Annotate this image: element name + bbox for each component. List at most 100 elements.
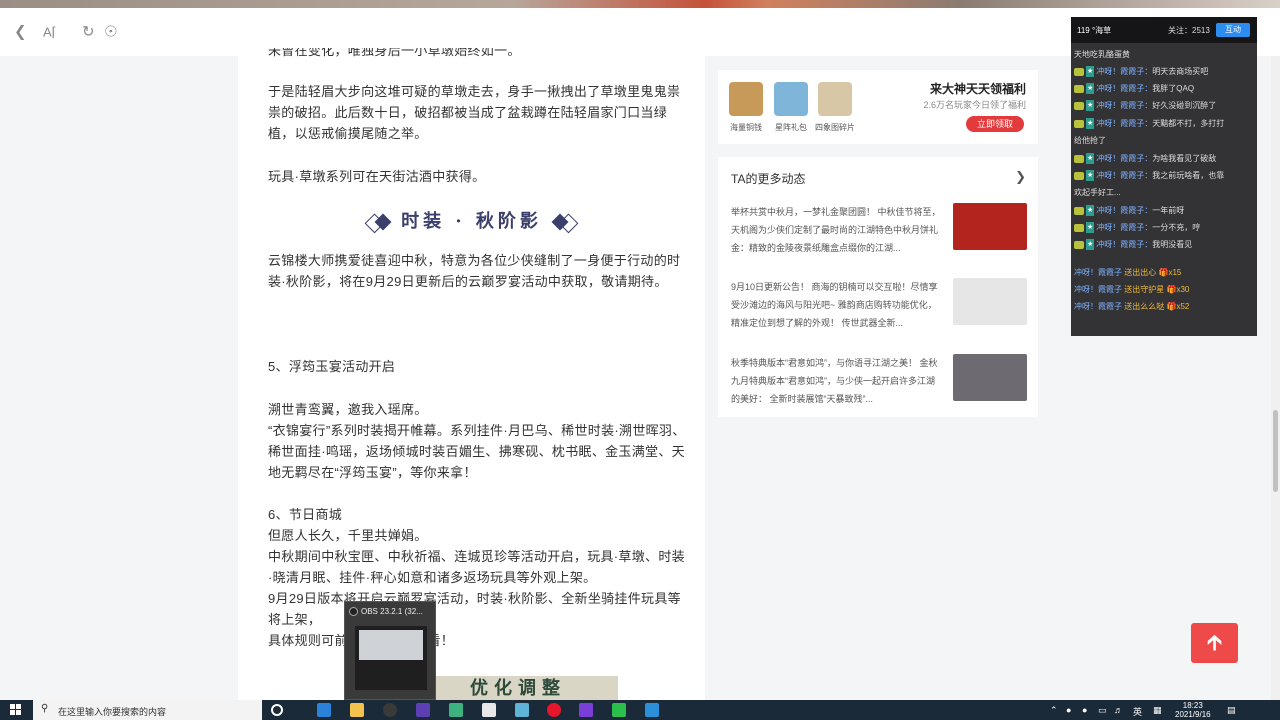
compass-icon[interactable]: ☉ (104, 25, 117, 40)
news-thumbnail (953, 203, 1027, 250)
chat-message: ★ 冲呀！霞霞子：为啥我看见了破敌 (1074, 153, 1254, 165)
article-paragraph: “衣锦宴行”系列时装揭开帷幕。系列挂件·月巴乌、稀世时装·溯世晖羽、稀世面挂·鸣… (268, 423, 686, 480)
scrollbar-thumb[interactable] (1273, 410, 1278, 492)
live-room-label: 119 °海草 (1077, 26, 1112, 35)
back-arrow-icon[interactable]: ❮ (14, 25, 27, 40)
wechat-icon[interactable] (612, 703, 626, 717)
app-icon-4[interactable] (515, 703, 529, 717)
app-icon-2[interactable] (449, 703, 463, 717)
live-chat-overlay: 119 °海草 关注：2513 互动 天地吃乳酪蛋黄 ★ 冲呀！霞霞子：明天去商场… (1071, 17, 1257, 336)
article-paragraph: 具体规则可前往“ 节”界面查看！ (268, 633, 454, 648)
clock-time: 18:23 (1182, 701, 1203, 710)
fan-tag-icon: ★ (1086, 170, 1095, 182)
tray-app-icon[interactable]: ● (1066, 705, 1071, 715)
promo-item-label: 四象图碎片 (815, 123, 855, 132)
gift-icon: 🎁 (1166, 285, 1177, 294)
diamond-ornament-icon (551, 213, 569, 231)
gift-icon: 🎁 (1158, 268, 1169, 277)
app-icon-1[interactable] (416, 703, 430, 717)
section-heading: 时装 · 秋阶影 (238, 207, 705, 233)
taskbar-clock[interactable]: 18:23 2021/9/16 (1175, 701, 1211, 719)
interact-button[interactable]: 互动 (1216, 23, 1250, 37)
gift-message: 冲呀！霞霞子 送出守护星 🎁x30 (1074, 285, 1190, 294)
obs-preview-thumbnail (355, 626, 427, 690)
chat-message: ★ 冲呀！霞霞子：我明没看见 (1074, 239, 1254, 251)
file-explorer-icon[interactable] (350, 703, 364, 717)
windows-taskbar: ⚲ 在这里输入你要搜索的内容 ⌃ ● ● ▭ ♬ 英 ▦ 18:23 2021/… (0, 700, 1280, 720)
news-thumbnail (953, 354, 1027, 401)
more-updates-card: TA的更多动态 ❯ 举杯共赏中秋月，一梦礼金聚团圆！ 中秋佳节将至，天机阁为少侠… (718, 157, 1038, 417)
news-item[interactable]: 举杯共赏中秋月，一梦礼金聚团圆！ 中秋佳节将至，天机阁为少侠们定制了最时尚的江湖… (731, 203, 1027, 259)
badge-icon (1074, 171, 1084, 180)
app-icon-6[interactable] (645, 703, 659, 717)
badge-icon (1074, 206, 1084, 215)
app-icon-3[interactable] (482, 703, 496, 717)
fan-tag-icon: ★ (1086, 222, 1095, 234)
promo-item[interactable]: 四象图碎片 (815, 82, 855, 133)
chevron-right-icon[interactable]: ❯ (1015, 169, 1026, 185)
windows-start-icon[interactable] (10, 704, 22, 716)
input-mode-icon[interactable]: ▦ (1153, 705, 1162, 716)
promo-card: 海量铜钱 星阵礼包 四象图碎片 来大神天天领福利 2.6万名玩家今日领了福利 立… (718, 70, 1038, 144)
tray-app-icon[interactable]: ● (1082, 705, 1087, 715)
more-updates-header[interactable]: TA的更多动态 (731, 170, 805, 187)
arrow-up-icon: 🡱 (1206, 630, 1223, 655)
clock-date: 2021/9/16 (1175, 710, 1211, 719)
obs-icon (349, 607, 358, 617)
gift-icon: 🎁 (1166, 302, 1177, 311)
reader-mode-icon[interactable]: A⌈ (43, 26, 57, 39)
obs-taskbar-preview[interactable]: OBS 23.2.1 (32... (344, 601, 436, 700)
article-paragraph: 中秋期间中秋宝匣、中秋祈福、连城觅珍等活动开启，玩具·草墩、时装·晓清月眠、挂件… (268, 549, 685, 585)
chat-message: ★ 冲呀！霞霞子：一年前呀 (1074, 205, 1254, 217)
search-placeholder: 在这里输入你要搜索的内容 (58, 707, 167, 717)
tray-chevron-icon[interactable]: ⌃ (1050, 705, 1058, 716)
notifications-icon[interactable]: ▤ (1227, 705, 1236, 716)
badge-icon (1074, 101, 1084, 110)
badge-icon (1074, 119, 1084, 128)
badge-icon (1074, 84, 1084, 93)
battery-icon[interactable]: ▭ (1098, 705, 1107, 716)
news-item-text: 9月10日更新公告！ 商海的钥楠可以交互啦！尽情享受沙滩边的海风与阳光吧~ 雅韵… (731, 282, 938, 328)
fan-tag-icon: ★ (1086, 66, 1095, 78)
chat-message: 给他抢了 (1074, 136, 1106, 145)
refresh-icon[interactable]: ↻ (82, 25, 95, 40)
page-scrollbar[interactable] (1271, 56, 1280, 700)
input-language[interactable]: 英 (1133, 705, 1142, 718)
article-subheading: 6、节日商城 (268, 507, 343, 522)
browser-top-strip (0, 0, 1280, 8)
promo-item-label: 星阵礼包 (775, 123, 807, 132)
search-icon: ⚲ (41, 703, 49, 714)
gift-message: 冲呀！霞霞子 送出出心 🎁x15 (1074, 268, 1182, 277)
claim-button[interactable]: 立即领取 (966, 116, 1024, 132)
weibo-icon[interactable] (547, 703, 561, 717)
article-paragraph: 但愿人长久，千里共婵娟。 (268, 528, 428, 543)
badge-icon (1074, 240, 1084, 249)
news-item[interactable]: 秋季特典版本“君意如鸿”，与你语寻江湖之美！ 金秋九月特典版本“君意如鸿”，与少… (731, 354, 1027, 410)
scroll-to-top-button[interactable]: 🡱 (1191, 623, 1238, 663)
chat-message: ★ 冲呀！霞霞子：我之前玩啥看，也靠 (1074, 170, 1254, 182)
obs-icon[interactable] (383, 703, 397, 717)
edge-icon[interactable] (317, 703, 331, 717)
fan-tag-icon: ★ (1086, 239, 1095, 251)
coins-bag-icon (729, 82, 763, 116)
promo-subtitle: 2.6万名玩家今日领了福利 (923, 100, 1026, 110)
news-item[interactable]: 9月10日更新公告！ 商海的钥楠可以交互啦！尽情享受沙滩边的海风与阳光吧~ 雅韵… (731, 278, 1027, 334)
article-content: 未曾在变化，唯独身后一小草墩始终如一。 于是陆轻眉大步向这堆可疑的草墩走去，身手… (238, 48, 705, 700)
article-paragraph: 玩具·草墩系列可在天街沽酒中获得。 (268, 169, 486, 184)
promo-item[interactable]: 星阵礼包 (771, 82, 811, 133)
diamond-ornament-icon (374, 213, 392, 231)
cortana-icon[interactable] (271, 704, 283, 716)
gift-message: 冲呀！霞霞子 送出么么哒 🎁x52 (1074, 302, 1190, 311)
article-paragraph: 云锦楼大师携爱徒喜迎中秋，特意为各位少侠缝制了一身便于行动的时装·秋阶影，将在9… (268, 253, 681, 289)
badge-icon (1074, 67, 1084, 76)
fan-tag-icon: ★ (1086, 153, 1095, 165)
chat-message: 天地吃乳酪蛋黄 (1074, 50, 1130, 59)
news-item-text: 举杯共赏中秋月，一梦礼金聚团圆！ 中秋佳节将至，天机阁为少侠们定制了最时尚的江湖… (731, 207, 941, 253)
article-paragraph: 溯世青鸾翼，邀我入瑶席。 (268, 402, 428, 417)
app-icon-5[interactable] (579, 703, 593, 717)
promo-item[interactable]: 海量铜钱 (726, 82, 766, 133)
section-banner: 优化调整 (418, 676, 618, 700)
follower-count: 关注：2513 (1168, 26, 1210, 35)
volume-icon[interactable]: ♬ (1114, 705, 1123, 715)
taskbar-search-input[interactable]: ⚲ 在这里输入你要搜索的内容 (33, 700, 262, 720)
